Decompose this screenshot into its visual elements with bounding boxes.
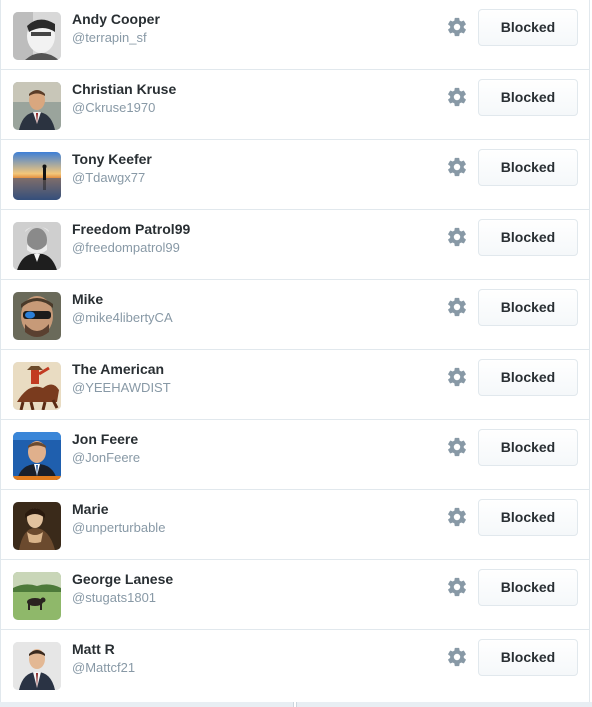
avatar-historic-portrait-icon	[13, 222, 61, 270]
account-handle[interactable]: @Mattcf21	[72, 660, 135, 675]
avatar[interactable]	[13, 82, 61, 130]
gear-icon[interactable]	[446, 576, 468, 598]
gear-icon[interactable]	[446, 646, 468, 668]
avatar-cowboy-painting-icon	[13, 362, 61, 410]
avatar[interactable]	[13, 502, 61, 550]
blocked-button[interactable]: Blocked	[478, 289, 578, 326]
gear-icon[interactable]	[446, 506, 468, 528]
list-item: George Lanese @stugats1801 Blocked	[1, 560, 589, 630]
blocked-button[interactable]: Blocked	[478, 149, 578, 186]
scroll-edge-notch	[293, 702, 297, 707]
account-handle[interactable]: @freedompatrol99	[72, 240, 180, 255]
avatar-sunset-silhouette-icon	[13, 152, 61, 200]
blocked-button[interactable]: Blocked	[478, 79, 578, 116]
account-handle[interactable]: @Ckruse1970	[72, 100, 155, 115]
account-name[interactable]: The American	[72, 361, 164, 377]
account-handle[interactable]: @JonFeere	[72, 450, 140, 465]
avatar[interactable]	[13, 432, 61, 480]
list-item: Jon Feere @JonFeere Blocked	[1, 420, 589, 490]
account-name[interactable]: Tony Keefer	[72, 151, 152, 167]
account-handle[interactable]: @unperturbable	[72, 520, 165, 535]
account-name[interactable]: Christian Kruse	[72, 81, 176, 97]
list-item: Mike @mike4libertyCA Blocked	[1, 280, 589, 350]
avatar-man-suit-tie-icon	[13, 642, 61, 690]
gear-icon[interactable]	[446, 86, 468, 108]
gear-icon[interactable]	[446, 296, 468, 318]
account-name[interactable]: Jon Feere	[72, 431, 138, 447]
avatar[interactable]	[13, 642, 61, 690]
gear-icon[interactable]	[446, 16, 468, 38]
account-name[interactable]: Andy Cooper	[72, 11, 160, 27]
blocked-button[interactable]: Blocked	[478, 569, 578, 606]
list-item: Christian Kruse @Ckruse1970 Blocked	[1, 70, 589, 140]
avatar[interactable]	[13, 12, 61, 60]
list-item: Matt R @Mattcf21 Blocked	[1, 630, 589, 700]
list-item: Andy Cooper @terrapin_sf Blocked	[1, 0, 589, 70]
avatar-bw-portrait-icon	[13, 12, 61, 60]
blocked-button[interactable]: Blocked	[478, 359, 578, 396]
account-handle[interactable]: @stugats1801	[72, 590, 156, 605]
list-item: Tony Keefer @Tdawgx77 Blocked	[1, 140, 589, 210]
account-name[interactable]: Freedom Patrol99	[72, 221, 190, 237]
gear-icon[interactable]	[446, 366, 468, 388]
account-name[interactable]: George Lanese	[72, 571, 173, 587]
avatar-man-sunglasses-icon	[13, 292, 61, 340]
blocked-button[interactable]: Blocked	[478, 9, 578, 46]
account-name[interactable]: Matt R	[72, 641, 115, 657]
account-name[interactable]: Mike	[72, 291, 103, 307]
account-handle[interactable]: @mike4libertyCA	[72, 310, 173, 325]
avatar[interactable]	[13, 292, 61, 340]
avatar[interactable]	[13, 362, 61, 410]
gear-icon[interactable]	[446, 156, 468, 178]
avatar-tv-interview-icon	[13, 432, 61, 480]
avatar[interactable]	[13, 572, 61, 620]
account-handle[interactable]: @Tdawgx77	[72, 170, 145, 185]
list-item: The American @YEEHAWDIST Blocked	[1, 350, 589, 420]
avatar-field-animal-icon	[13, 572, 61, 620]
blocked-button[interactable]: Blocked	[478, 219, 578, 256]
blocked-accounts-list: Andy Cooper @terrapin_sf Blocked Christi…	[0, 0, 590, 702]
gear-icon[interactable]	[446, 226, 468, 248]
account-handle[interactable]: @terrapin_sf	[72, 30, 147, 45]
avatar-man-in-suit-icon	[13, 82, 61, 130]
gear-icon[interactable]	[446, 436, 468, 458]
list-item: Marie @unperturbable Blocked	[1, 490, 589, 560]
blocked-button[interactable]: Blocked	[478, 429, 578, 466]
blocked-button[interactable]: Blocked	[478, 639, 578, 676]
account-handle[interactable]: @YEEHAWDIST	[72, 380, 171, 395]
avatar[interactable]	[13, 152, 61, 200]
avatar[interactable]	[13, 222, 61, 270]
avatar-classical-painting-icon	[13, 502, 61, 550]
blocked-button[interactable]: Blocked	[478, 499, 578, 536]
list-item: Freedom Patrol99 @freedompatrol99 Blocke…	[1, 210, 589, 280]
account-name[interactable]: Marie	[72, 501, 109, 517]
